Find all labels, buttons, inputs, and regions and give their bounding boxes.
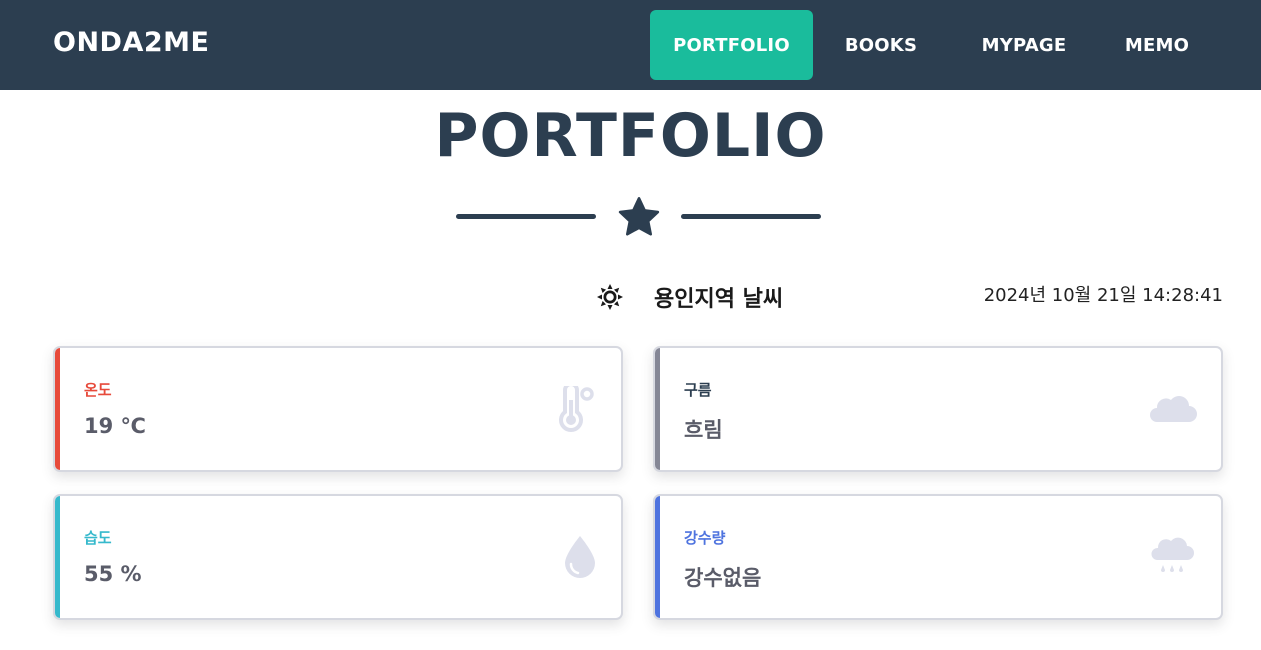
card-value: 19 ℃ <box>84 414 146 438</box>
nav-item-portfolio[interactable]: PORTFOLIO <box>650 10 813 80</box>
card-label: 온도 <box>84 381 112 399</box>
sun-icon <box>597 284 623 310</box>
precipitation-card: 강수량 강수없음 <box>653 494 1223 620</box>
thermometer-icon <box>559 386 594 432</box>
temperature-card: 온도 19 ℃ <box>53 346 623 472</box>
nav-item-books[interactable]: BOOKS <box>813 10 949 80</box>
divider-line-left <box>456 214 596 219</box>
card-label: 강수량 <box>684 529 726 547</box>
datetime-text: 2024년 10월 21일 14:28:41 <box>983 285 1223 306</box>
star-icon <box>618 197 660 236</box>
droplet-icon <box>565 536 595 578</box>
divider-line-right <box>681 214 821 219</box>
nav-menu: PORTFOLIO BOOKS MYPAGE MEMO <box>650 10 1261 80</box>
cloud-icon <box>1150 396 1197 422</box>
navbar: ONDA2ME PORTFOLIO BOOKS MYPAGE MEMO <box>0 0 1261 90</box>
card-label: 습도 <box>84 529 112 547</box>
card-value: 강수없음 <box>684 566 762 590</box>
card-value: 흐림 <box>684 418 723 442</box>
page-title: PORTFOLIO <box>434 101 827 171</box>
cloud-card: 구름 흐림 <box>653 346 1223 472</box>
nav-item-memo[interactable]: MEMO <box>1099 10 1215 80</box>
weather-header: 용인지역 날씨 <box>596 280 783 314</box>
cloud-rain-icon <box>1151 537 1194 572</box>
weather-title: 용인지역 날씨 <box>654 287 784 312</box>
humidity-card: 습도 55 % <box>53 494 623 620</box>
brand-logo-link[interactable]: ONDA2ME <box>53 27 209 58</box>
card-value: 55 % <box>84 562 142 586</box>
nav-item-mypage[interactable]: MYPAGE <box>949 10 1099 80</box>
card-label: 구름 <box>684 381 712 399</box>
